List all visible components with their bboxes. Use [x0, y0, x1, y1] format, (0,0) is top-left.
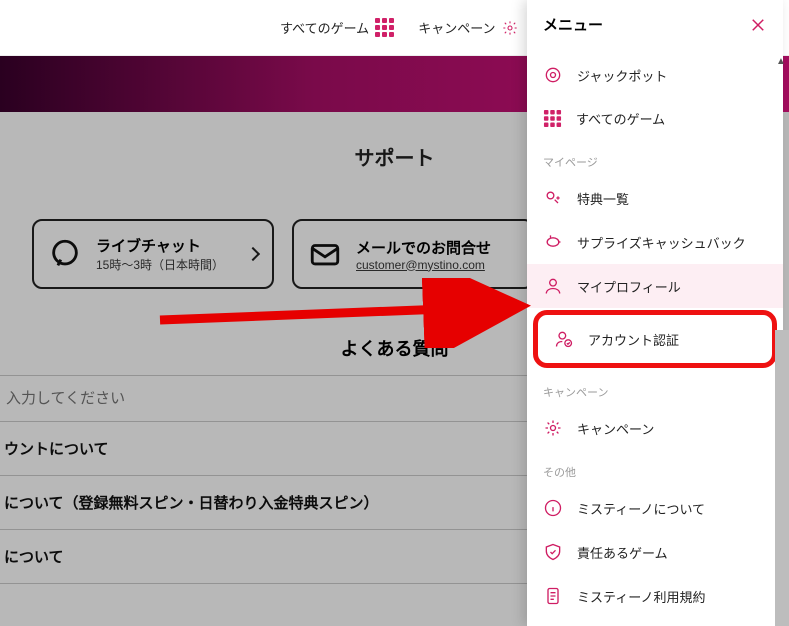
grid-icon: [544, 110, 561, 127]
menu-label: キャンペーン: [577, 419, 654, 438]
live-chat-sub: 15時～3時（日本時間）: [96, 256, 234, 273]
menu-account-verify[interactable]: アカウント認証: [544, 319, 766, 359]
menu-jackpot[interactable]: ジャックポット: [527, 53, 783, 97]
profile-icon: [543, 276, 563, 296]
menu-bonus-list[interactable]: 特典一覧: [527, 176, 783, 220]
nav-campaign[interactable]: キャンペーン: [418, 18, 517, 37]
menu-label: ミスティーノ利用規約: [577, 587, 705, 606]
gift-icon: [543, 188, 563, 208]
grid-icon: [375, 18, 394, 37]
email-title: メールでのお問合せ: [356, 237, 518, 258]
menu-terms[interactable]: ミスティーノ利用規約: [527, 574, 783, 618]
live-chat-card[interactable]: ライブチャット 15時～3時（日本時間）: [32, 219, 274, 289]
nav-all-games[interactable]: すべてのゲーム: [280, 18, 394, 37]
section-other: その他: [527, 450, 783, 486]
menu-all-games[interactable]: すべてのゲーム: [527, 97, 783, 140]
gear-icon: [502, 20, 518, 36]
menu-label: すべてのゲーム: [576, 109, 665, 128]
close-icon[interactable]: [749, 16, 767, 34]
menu-cashback[interactable]: サプライズキャッシュバック: [527, 220, 783, 264]
shield-icon: [543, 542, 563, 562]
email-card[interactable]: メールでのお問合せ customer@mystino.com: [292, 219, 534, 289]
drawer-header: メニュー: [527, 0, 783, 53]
scrollbar-thumb[interactable]: [775, 330, 789, 626]
menu-campaign[interactable]: キャンペーン: [527, 406, 783, 450]
jackpot-icon: [543, 65, 563, 85]
info-icon: [543, 498, 563, 518]
menu-about[interactable]: ミスティーノについて: [527, 486, 783, 530]
mail-icon: [308, 237, 342, 271]
drawer-scroll[interactable]: ジャックポット すべてのゲーム マイページ 特典一覧 サプライズキャッシュバック…: [527, 53, 783, 626]
scroll-up-arrow[interactable]: ▲: [776, 56, 788, 68]
highlight-account-verify: アカウント認証: [533, 310, 777, 368]
section-campaign: キャンペーン: [527, 370, 783, 406]
menu-label: ジャックポット: [577, 66, 667, 85]
menu-label: 特典一覧: [577, 189, 629, 208]
drawer-title: メニュー: [543, 14, 603, 35]
menu-my-profile[interactable]: マイプロフィール: [527, 264, 783, 308]
menu-label: アカウント認証: [588, 330, 679, 349]
menu-label: マイプロフィール: [577, 277, 681, 296]
nav-all-games-label: すべてのゲーム: [280, 18, 369, 37]
chat-icon: [48, 237, 82, 271]
piggy-icon: [543, 232, 563, 252]
verify-icon: [554, 329, 574, 349]
menu-privacy[interactable]: プライバシーポリシー: [527, 618, 783, 626]
section-mypage: マイページ: [527, 140, 783, 176]
live-chat-title: ライブチャット: [96, 235, 234, 256]
side-drawer: メニュー ジャックポット すべてのゲーム マイページ 特典一覧 サプライズキャッ…: [527, 0, 783, 626]
menu-responsible[interactable]: 責任あるゲーム: [527, 530, 783, 574]
doc-icon: [543, 586, 563, 606]
menu-label: サプライズキャッシュバック: [577, 233, 746, 252]
chevron-right-icon: [246, 247, 260, 261]
email-sub: customer@mystino.com: [356, 258, 518, 272]
menu-label: ミスティーノについて: [577, 499, 705, 518]
menu-label: 責任あるゲーム: [577, 543, 668, 562]
nav-campaign-label: キャンペーン: [418, 18, 495, 37]
gear-icon: [543, 418, 563, 438]
